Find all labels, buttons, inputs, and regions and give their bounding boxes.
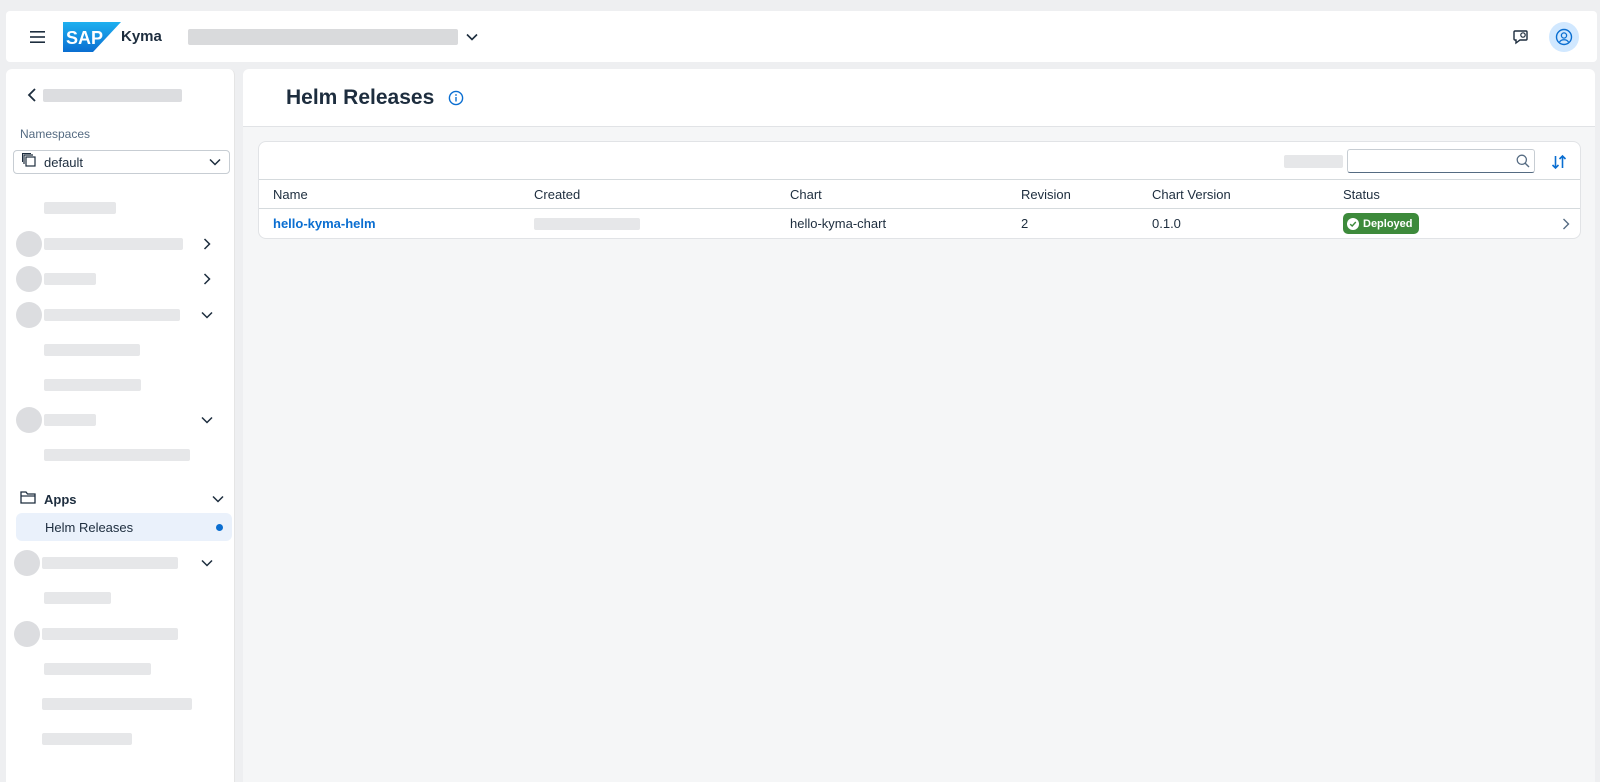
nav-placeholder	[44, 414, 96, 426]
nav-placeholder	[44, 344, 140, 356]
check-circle-icon	[1347, 217, 1359, 230]
cluster-name-placeholder	[43, 89, 182, 102]
info-icon[interactable]	[447, 89, 465, 107]
created-placeholder	[534, 218, 640, 230]
folder-icon	[20, 490, 36, 509]
sort-icon[interactable]	[1546, 150, 1572, 174]
column-header-chart-version[interactable]: Chart Version	[1152, 180, 1231, 209]
table-header: Name Created Chart Revision Chart Versio…	[259, 180, 1580, 209]
chevron-down-icon[interactable]	[199, 307, 215, 323]
chevron-down-icon[interactable]	[199, 412, 215, 428]
nav-placeholder	[44, 202, 116, 214]
nav-icon-placeholder	[16, 302, 42, 328]
nav-placeholder	[44, 238, 183, 250]
sap-logo-text: SAP	[66, 28, 103, 48]
toolbar-placeholder	[1284, 155, 1343, 168]
menu-icon[interactable]	[18, 17, 58, 57]
nav-placeholder	[44, 449, 190, 461]
selected-indicator	[216, 524, 223, 531]
search-input[interactable]	[1348, 150, 1515, 172]
status-badge: Deployed	[1343, 213, 1419, 234]
page-header: Helm Releases	[243, 69, 1595, 127]
chevron-down-icon	[212, 490, 224, 508]
page-title: Helm Releases	[286, 85, 435, 109]
column-header-status[interactable]: Status	[1343, 180, 1380, 209]
namespace-select-value: default	[44, 154, 84, 170]
chart-version-cell: 0.1.0	[1152, 216, 1181, 231]
back-icon[interactable]	[22, 85, 42, 105]
column-header-created[interactable]: Created	[534, 180, 580, 209]
nav-placeholder	[44, 273, 96, 285]
sidebar-item-label: Helm Releases	[45, 519, 134, 535]
nav-icon-placeholder	[16, 231, 42, 257]
revision-cell: 2	[1021, 216, 1029, 231]
nav-icon-placeholder	[14, 621, 40, 647]
namespaces-label: Namespaces	[20, 127, 91, 141]
column-header-chart[interactable]: Chart	[790, 180, 822, 209]
sidebar-item-helm-releases[interactable]: Helm Releases	[16, 513, 232, 541]
release-name-link[interactable]: hello-kyma-helm	[273, 209, 376, 238]
search-field[interactable]	[1347, 149, 1535, 173]
product-name: Kyma	[121, 28, 162, 45]
shell-bar: SAP Kyma	[6, 11, 1597, 62]
user-avatar[interactable]	[1549, 21, 1579, 52]
context-placeholder	[187, 28, 458, 45]
column-header-revision[interactable]: Revision	[1021, 180, 1071, 209]
feedback-icon[interactable]	[1503, 19, 1539, 55]
nav-icon-placeholder	[14, 550, 40, 576]
namespace-icon	[22, 152, 36, 172]
helm-releases-table: Name Created Chart Revision Chart Versio…	[258, 141, 1581, 239]
nav-placeholder	[42, 733, 132, 745]
chevron-down-icon[interactable]	[464, 29, 480, 45]
nav-placeholder	[44, 379, 141, 391]
search-icon[interactable]	[1515, 151, 1530, 171]
namespace-select[interactable]: default	[13, 150, 230, 174]
chevron-down-icon[interactable]	[199, 555, 215, 571]
sap-logo[interactable]: SAP	[63, 21, 121, 52]
table-row[interactable]: hello-kyma-helm hello-kyma-chart 2 0.1.0…	[259, 209, 1580, 238]
nav-placeholder	[42, 628, 178, 640]
chevron-down-icon	[209, 153, 221, 171]
nav-icon-placeholder	[16, 407, 42, 433]
nav-placeholder	[42, 557, 178, 569]
nav-placeholder	[44, 663, 151, 675]
chart-cell: hello-kyma-chart	[790, 216, 887, 231]
shell-actions	[1503, 19, 1579, 55]
chevron-right-icon[interactable]	[1558, 216, 1574, 232]
nav-placeholder	[44, 592, 111, 604]
nav-placeholder	[42, 698, 192, 710]
table-toolbar	[259, 142, 1580, 180]
status-label: Deployed	[1363, 217, 1413, 230]
nav-placeholder	[44, 309, 180, 321]
nav-group-apps-label: Apps	[44, 491, 77, 507]
chevron-right-icon[interactable]	[199, 236, 215, 252]
column-header-name[interactable]: Name	[273, 180, 308, 209]
nav-group-apps[interactable]: Apps	[20, 486, 225, 512]
side-navigation: Namespaces default Apps Helm Releases	[6, 69, 235, 782]
nav-icon-placeholder	[16, 266, 42, 292]
chevron-right-icon[interactable]	[199, 271, 215, 287]
